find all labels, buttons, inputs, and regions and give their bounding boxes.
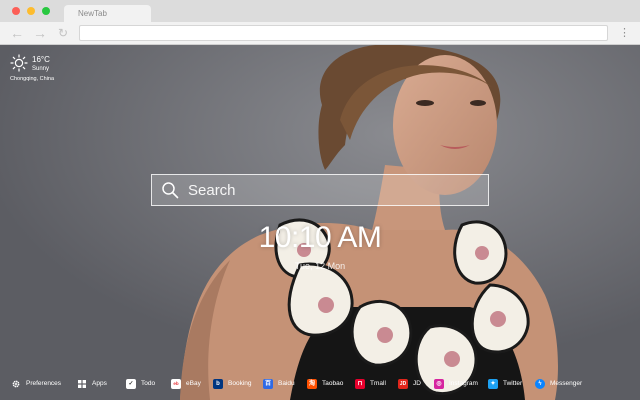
weather-widget[interactable]: 16°C Sunny Chongqing, China	[10, 54, 80, 84]
tmall-label: Tmall	[370, 380, 386, 387]
instagram-icon: ◎	[434, 379, 444, 389]
bottom-shortcut-bar: Preferences Apps ✓ Todo eb eBay b Bookin…	[0, 375, 640, 393]
messenger-icon: ϟ	[535, 379, 545, 389]
clock-time: 10:10 AM	[258, 221, 382, 254]
apps-label: Apps	[92, 380, 107, 387]
sun-icon	[10, 54, 28, 72]
search-icon[interactable]	[161, 181, 179, 199]
todo-label: Todo	[141, 380, 156, 387]
ebay-label: eBay	[186, 380, 201, 387]
window-minimize-button[interactable]	[27, 7, 35, 15]
jd-icon: JD	[398, 379, 408, 389]
search-box[interactable]	[151, 174, 489, 206]
clock-date: Tue, 12 Mon	[294, 261, 346, 271]
window-close-button[interactable]	[12, 7, 20, 15]
tmall-icon: ⊓	[355, 379, 365, 389]
kebab-menu-icon[interactable]: ⋮	[619, 27, 630, 39]
twitter-icon: ✦	[488, 379, 498, 389]
forward-arrow-icon[interactable]: →	[32, 25, 48, 41]
instagram-label: Instagram	[449, 380, 478, 387]
booking-icon: b	[213, 379, 223, 389]
window-maximize-button[interactable]	[42, 7, 50, 15]
messenger-label: Messenger	[550, 380, 583, 387]
baidu-label: Baidu	[278, 380, 295, 387]
weather-location: Chongqing, China	[10, 76, 55, 82]
browser-tab[interactable]: NewTab	[64, 5, 151, 22]
address-bar[interactable]	[79, 25, 608, 41]
baidu-icon: 百	[263, 379, 273, 389]
twitter-label: Twitter	[503, 380, 523, 387]
weather-temperature: 16°C	[32, 55, 50, 64]
tab-title: NewTab	[78, 9, 107, 18]
taobao-icon: 淘	[307, 379, 317, 389]
jd-label: JD	[413, 380, 421, 387]
reload-icon[interactable]: ↻	[55, 25, 71, 41]
preferences-label: Preferences	[26, 380, 62, 387]
ebay-icon: eb	[171, 379, 181, 389]
apps-grid-icon	[78, 380, 86, 388]
new-tab-page: 16°C Sunny Chongqing, China 10:10 AM Tue…	[0, 45, 640, 400]
gear-icon	[12, 380, 20, 388]
browser-toolbar: ← → ↻ ⋮	[0, 22, 640, 45]
taobao-label: Taobao	[322, 380, 344, 387]
browser-titlebar: NewTab	[0, 0, 640, 22]
weather-condition: Sunny	[32, 66, 50, 72]
booking-label: Booking	[228, 380, 252, 387]
checkbox-icon: ✓	[126, 379, 136, 389]
back-arrow-icon[interactable]: ←	[9, 25, 25, 41]
search-input[interactable]	[188, 179, 478, 201]
